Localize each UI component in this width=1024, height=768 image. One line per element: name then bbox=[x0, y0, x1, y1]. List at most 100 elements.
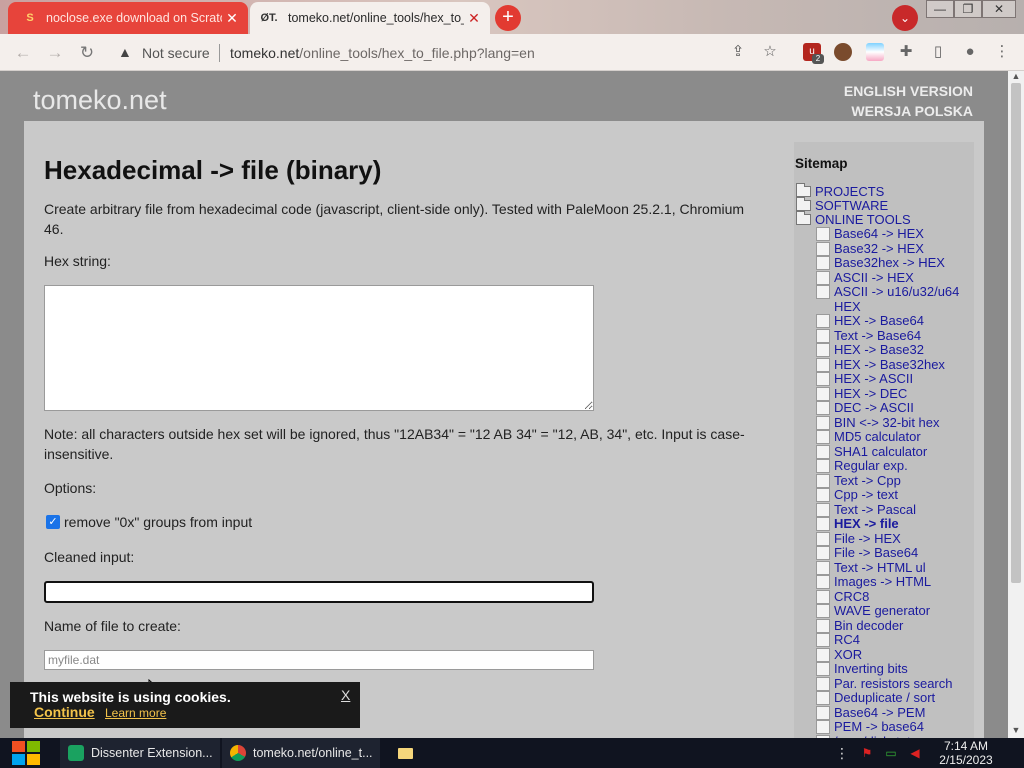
sitemap-item[interactable]: DEC -> ASCII bbox=[816, 400, 976, 416]
address-bar[interactable]: ▲ Not secure tomeko.net/online_tools/hex… bbox=[108, 38, 788, 67]
tab-close-icon[interactable]: ✕ bbox=[222, 8, 242, 28]
open-folder-icon bbox=[796, 211, 811, 225]
scroll-up-arrow-icon[interactable]: ▲ bbox=[1008, 71, 1024, 83]
scroll-down-arrow-icon[interactable]: ▼ bbox=[1008, 725, 1024, 737]
page-document-icon bbox=[816, 676, 830, 691]
sitemap-item[interactable]: HEX -> Base32 bbox=[816, 342, 976, 358]
windows-start-icon[interactable] bbox=[10, 737, 42, 768]
action-center-flag-icon[interactable]: ⚑ bbox=[858, 738, 876, 768]
sitemap-item[interactable]: HEX -> ASCII bbox=[816, 371, 976, 387]
sitemap-item[interactable]: File -> Base64 bbox=[816, 545, 976, 561]
sitemap-item[interactable]: Text -> Pascal bbox=[816, 502, 976, 518]
forward-arrow-icon[interactable]: → bbox=[44, 42, 66, 64]
page-document-icon bbox=[816, 444, 830, 459]
url-text[interactable]: tomeko.net/online_tools/hex_to_file.php?… bbox=[230, 45, 535, 61]
cookie-learn-more-link[interactable]: Learn more bbox=[105, 706, 166, 720]
volume-muted-icon[interactable]: ◀ bbox=[906, 738, 924, 768]
sitemap-item[interactable]: Cpp -> text bbox=[816, 487, 976, 503]
menu-dots-icon[interactable]: ⋮ bbox=[992, 42, 1012, 62]
bookmark-star-icon[interactable]: ☆ bbox=[760, 42, 780, 62]
taskbar-dissenter[interactable]: Dissenter Extension... bbox=[60, 738, 220, 768]
avatar-extension-icon[interactable] bbox=[834, 43, 852, 61]
sitemap-item-label: Bin decoder bbox=[834, 617, 904, 633]
sitemap-item[interactable]: ASCII -> HEX bbox=[816, 270, 976, 286]
new-tab-button[interactable]: + bbox=[495, 5, 521, 31]
sitemap-item-label: HEX -> ASCII bbox=[834, 371, 914, 386]
network-icon[interactable]: ▭ bbox=[882, 738, 900, 768]
taskbar-clock[interactable]: 7:14 AM 2/15/2023 bbox=[936, 739, 996, 767]
sitemap-item[interactable]: HEX -> Base64 bbox=[816, 313, 976, 329]
filename-input[interactable]: myfile.dat bbox=[44, 650, 594, 670]
cookie-close-button[interactable]: X bbox=[341, 687, 350, 703]
warning-triangle-icon[interactable]: ▲ bbox=[118, 44, 136, 60]
sitemap-item[interactable]: Base64 -> HEX bbox=[816, 226, 976, 242]
sitemap-item[interactable]: Deduplicate / sort bbox=[816, 690, 976, 706]
sitemap-item-label: RC4 bbox=[834, 632, 861, 647]
checkbox-checked-icon[interactable]: ✓ bbox=[46, 515, 60, 529]
tab-search-chevron-icon[interactable]: ⌄ bbox=[892, 5, 918, 31]
profile-icon[interactable]: ● bbox=[960, 42, 980, 62]
sitemap-item[interactable]: ASCII -> u16/u32/u64 HEX bbox=[816, 284, 976, 314]
sitemap-item[interactable]: PEM -> base64 bbox=[816, 719, 976, 735]
sitemap-item[interactable]: HEX -> DEC bbox=[816, 386, 976, 402]
restore-button[interactable]: ❐ bbox=[954, 0, 982, 18]
cookie-message: This website is using cookies. bbox=[30, 689, 231, 705]
sitemap-item[interactable]: WAVE generator bbox=[816, 603, 976, 619]
sitemap-item[interactable]: BIN <-> 32-bit hex bbox=[816, 415, 976, 431]
sitemap-item[interactable]: MD5 calculator bbox=[816, 429, 976, 445]
sitemap-item-label: File -> Base64 bbox=[834, 545, 919, 560]
minimize-button[interactable]: — bbox=[926, 0, 954, 18]
sitemap-item-label: Cpp -> text bbox=[834, 487, 898, 502]
hex-string-input[interactable] bbox=[44, 285, 594, 411]
sitemap-folder-projects[interactable]: PROJECTS bbox=[796, 183, 884, 199]
sitemap-item[interactable]: SHA1 calculator bbox=[816, 444, 976, 460]
page-scrollbar[interactable]: ▲ ▼ bbox=[1008, 71, 1024, 738]
tab-close-icon[interactable]: ✕ bbox=[464, 8, 484, 28]
security-label[interactable]: Not secure bbox=[142, 45, 210, 61]
cookie-continue-link[interactable]: Continue bbox=[34, 704, 95, 720]
sitemap-item[interactable]: Text -> Base64 bbox=[816, 328, 976, 344]
sitemap-folder-online-tools[interactable]: ONLINE TOOLS bbox=[796, 211, 911, 227]
side-panel-icon[interactable]: ▯ bbox=[928, 42, 948, 62]
reload-icon[interactable]: ↻ bbox=[76, 42, 98, 64]
polish-version-link[interactable]: WERSJA POLSKA bbox=[851, 103, 973, 119]
sitemap-item[interactable]: Inverting bits bbox=[816, 661, 976, 677]
sitemap-item[interactable]: Par. resistors search bbox=[816, 675, 976, 692]
sitemap-item[interactable]: Bin decoder bbox=[816, 617, 976, 634]
sitemap-title: Sitemap bbox=[795, 156, 848, 171]
sitemap-item[interactable]: Base32 -> HEX bbox=[816, 241, 976, 257]
sitemap-item[interactable]: Text -> Cpp bbox=[816, 473, 976, 489]
extensions-puzzle-icon[interactable]: ✚ bbox=[896, 42, 916, 62]
scrollbar-thumb[interactable] bbox=[1011, 83, 1021, 583]
sitemap-item[interactable]: RC4 bbox=[816, 632, 976, 648]
sitemap-item[interactable]: Base32hex -> HEX bbox=[816, 255, 976, 271]
page-document-icon bbox=[816, 633, 830, 647]
sitemap-item[interactable]: HEX -> file bbox=[816, 516, 976, 532]
back-arrow-icon[interactable]: ← bbox=[12, 42, 34, 64]
site-title[interactable]: tomeko.net bbox=[33, 85, 167, 116]
tab-scratch[interactable]: S noclose.exe download on Scratch ✕ bbox=[8, 2, 248, 34]
tab-tomeko[interactable]: ØT. tomeko.net/online_tools/hex_to_file.… bbox=[250, 2, 490, 34]
share-icon[interactable]: ⇪ bbox=[728, 42, 748, 62]
file-explorer-icon[interactable] bbox=[396, 738, 414, 768]
scratch-favicon-icon: S bbox=[26, 12, 34, 24]
sitemap-item[interactable]: Text -> HTML ul bbox=[816, 560, 976, 576]
sitemap-item[interactable]: HEX -> Base32hex bbox=[816, 357, 976, 373]
sitemap-item[interactable]: Regular exp. bbox=[816, 458, 976, 474]
sitemap-item[interactable]: File -> HEX bbox=[816, 531, 976, 547]
english-version-link[interactable]: ENGLISH VERSION bbox=[844, 83, 973, 99]
taskbar-chrome[interactable]: tomeko.net/online_t... bbox=[222, 738, 380, 768]
sitemap-item-label: Par. resistors search bbox=[834, 675, 953, 691]
tray-overflow-dots-icon[interactable]: ⋮ bbox=[835, 738, 849, 768]
sitemap-item[interactable]: CRC8 bbox=[816, 589, 976, 605]
sitemap-item-label: Base64 -> HEX bbox=[834, 226, 924, 241]
sitemap-item[interactable]: Images -> HTML bbox=[816, 574, 976, 590]
flag-extension-icon[interactable] bbox=[866, 43, 884, 61]
sitemap-folder-software[interactable]: SOFTWARE bbox=[796, 197, 888, 213]
remove-0x-option[interactable]: ✓ remove "0x" groups from input bbox=[46, 514, 252, 530]
window-close-button[interactable]: ✕ bbox=[982, 0, 1016, 18]
sitemap-item[interactable]: Base64 -> PEM bbox=[816, 705, 976, 721]
page-document-icon bbox=[816, 720, 830, 734]
sitemap-item[interactable]: XOR bbox=[816, 647, 976, 663]
cleaned-input-field[interactable] bbox=[44, 581, 594, 603]
